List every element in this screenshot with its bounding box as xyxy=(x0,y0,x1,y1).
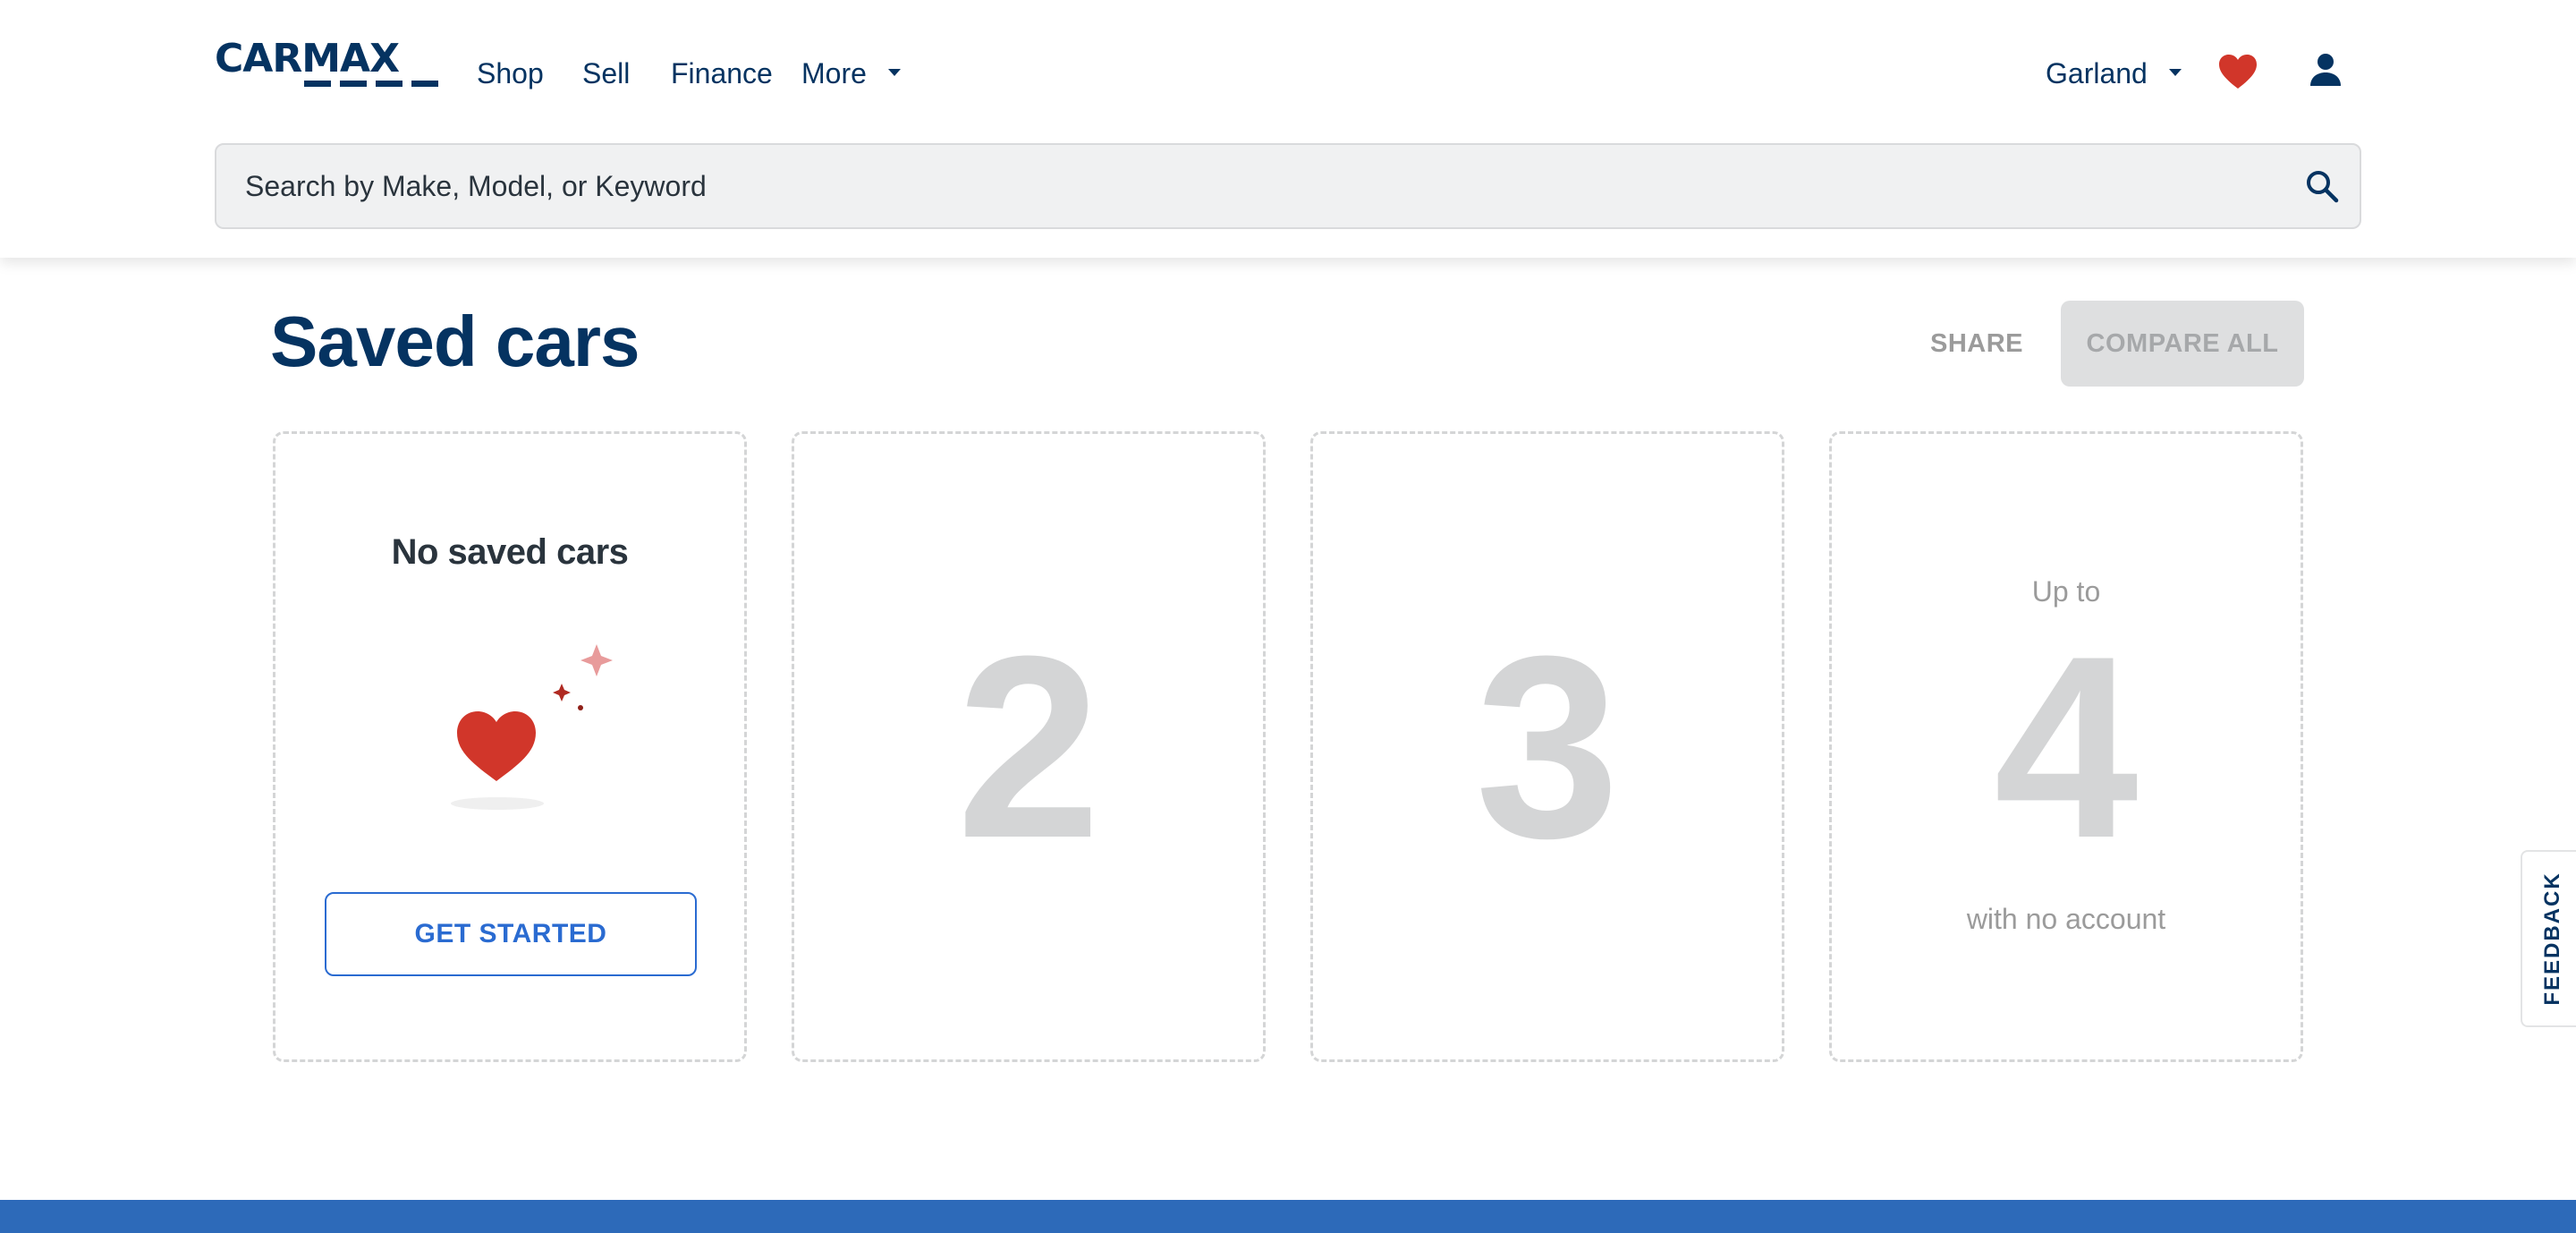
location-label: Garland xyxy=(2046,57,2148,89)
chevron-down-icon xyxy=(2168,68,2182,76)
empty-state-title: No saved cars xyxy=(391,532,629,572)
nav-shop[interactable]: Shop xyxy=(477,55,544,91)
get-started-button[interactable]: GET STARTED xyxy=(325,892,697,976)
search-input[interactable] xyxy=(245,145,2267,227)
slot-number: 3 xyxy=(1475,602,1620,892)
saved-car-slot-3: 3 xyxy=(1310,431,1784,1062)
logo-wordmark: CARMAX xyxy=(215,36,400,81)
location-selector[interactable]: Garland xyxy=(2046,55,2182,91)
nav-more-label: More xyxy=(801,57,867,89)
nav-sell[interactable]: Sell xyxy=(582,55,630,91)
saved-car-slot-4: Up to 4 with no account xyxy=(1829,431,2303,1062)
user-icon[interactable] xyxy=(2308,52,2343,89)
page-title: Saved cars xyxy=(270,302,640,381)
slot-no-account-caption: with no account xyxy=(1966,903,2166,935)
heart-sparkle-icon xyxy=(450,640,629,819)
saved-car-slot-2: 2 xyxy=(792,431,1266,1062)
slot-number: 2 xyxy=(956,602,1101,892)
feedback-tab[interactable]: FEEDBACK xyxy=(2521,850,2576,1027)
saved-car-slot-1: No saved cars GET STARTED xyxy=(273,431,747,1062)
search-bar xyxy=(215,143,2361,229)
feedback-label: FEEDBACK xyxy=(2540,872,2564,1006)
footer-band xyxy=(0,1200,2576,1233)
nav-finance[interactable]: Finance xyxy=(671,55,773,91)
site-header: CARMAX Shop Sell Finance More Garland xyxy=(0,0,2576,258)
chevron-down-icon xyxy=(887,68,901,76)
carmax-logo[interactable]: CARMAX xyxy=(215,39,438,89)
nav-more[interactable]: More xyxy=(801,55,901,91)
slot-number: 4 xyxy=(1994,602,2139,892)
heart-icon[interactable] xyxy=(2218,54,2258,89)
share-button[interactable]: SHARE xyxy=(1914,301,2039,387)
compare-all-button[interactable]: COMPARE ALL xyxy=(2061,301,2304,387)
logo-dashes xyxy=(304,81,438,88)
search-icon[interactable] xyxy=(2304,168,2340,204)
